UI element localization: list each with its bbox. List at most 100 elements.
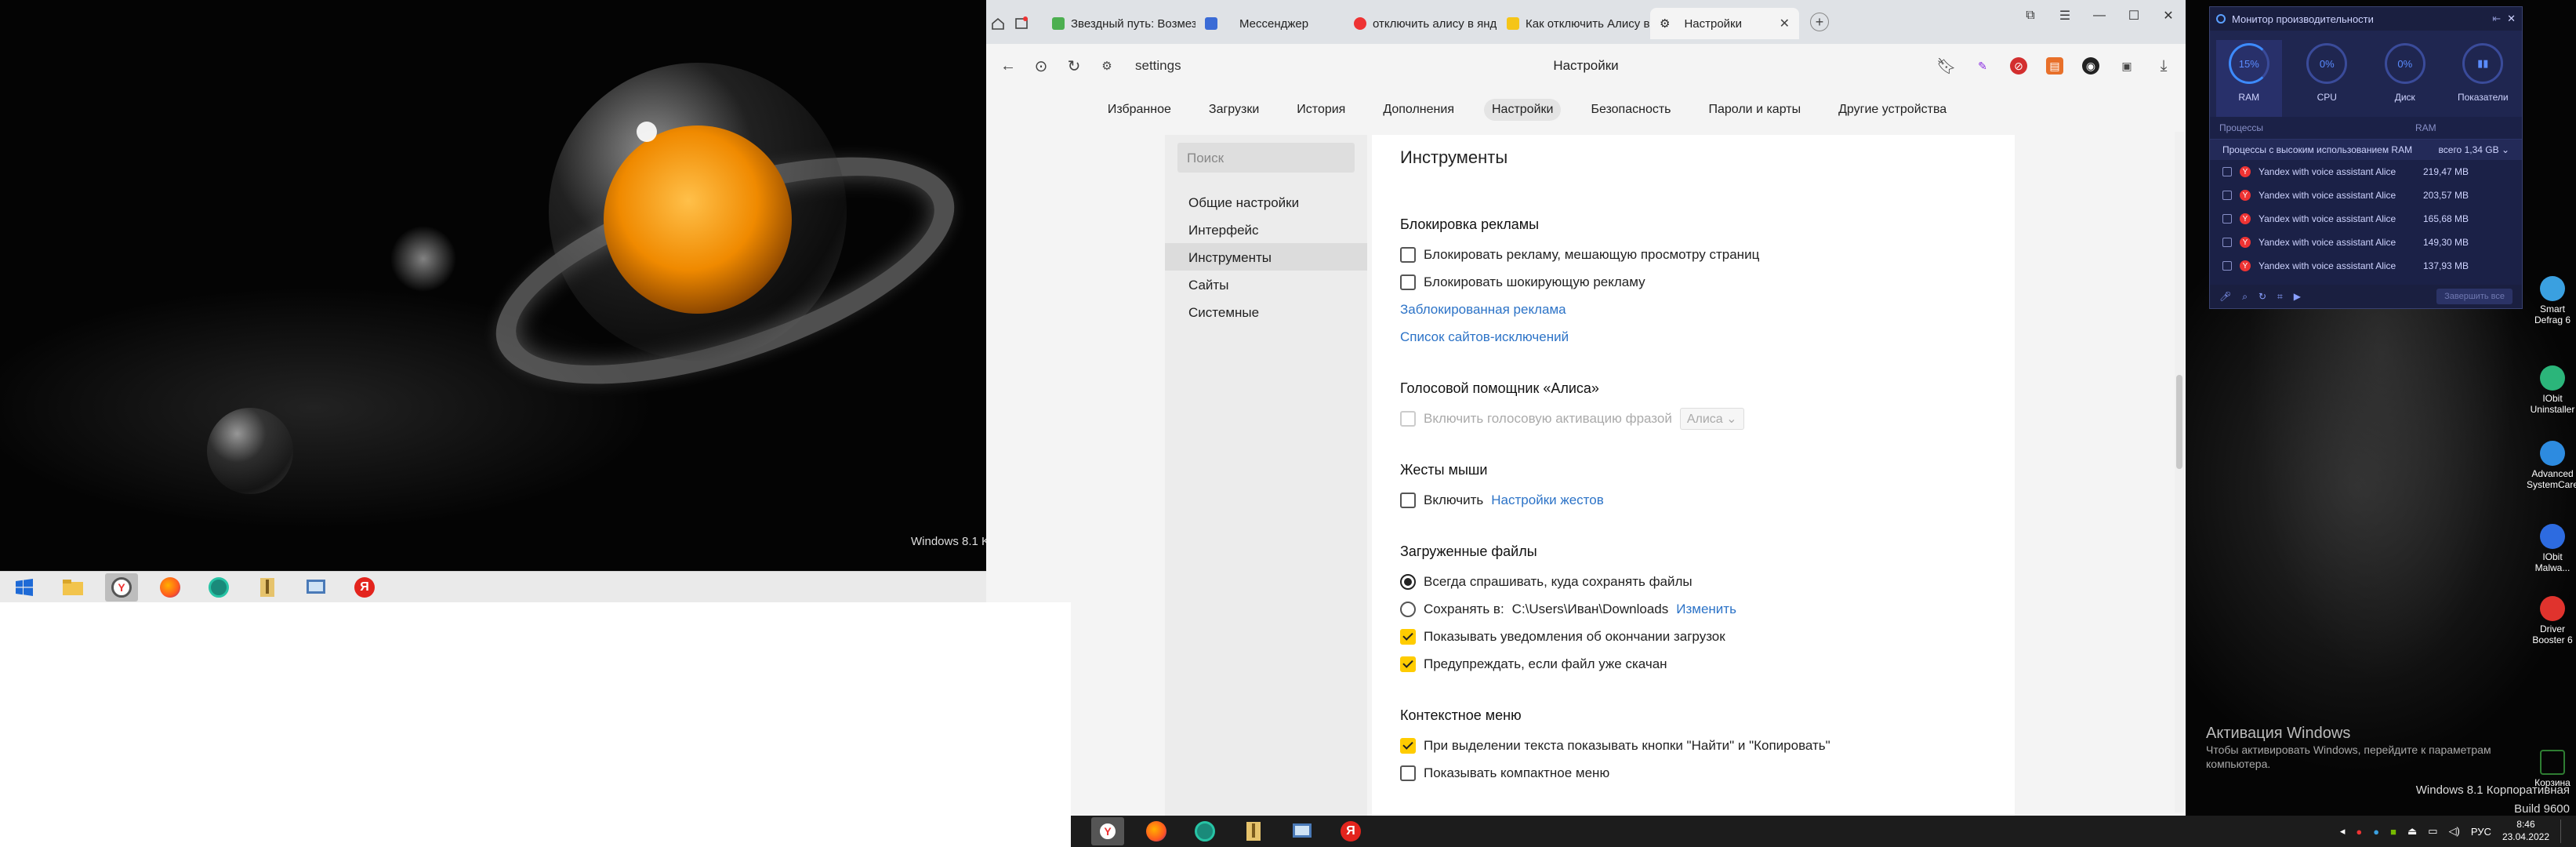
table-row[interactable]: Y Yandex with voice assistant Alice 165,68…: [2210, 207, 2522, 231]
ram-tile[interactable]: 15% RAM: [2215, 40, 2282, 117]
archive-icon[interactable]: [1237, 817, 1270, 845]
sidebar-item-sites[interactable]: Сайты: [1165, 271, 1367, 298]
back-icon[interactable]: ←: [999, 57, 1018, 75]
gestures-checkbox[interactable]: [1400, 492, 1416, 508]
home-tab-icon[interactable]: [986, 8, 1010, 39]
adblock-icon[interactable]: ⊘: [2010, 57, 2027, 75]
sidebar-item-interface[interactable]: Интерфейс: [1165, 216, 1367, 243]
metrics-tile[interactable]: ▮▮ Показатели: [2450, 40, 2516, 117]
row-checkbox[interactable]: [2222, 167, 2232, 176]
always-ask-radio[interactable]: [1400, 573, 1416, 590]
desktop-icon-iobit-uninstaller[interactable]: IObit Uninstaller: [2529, 365, 2576, 416]
compact-menu-checkbox[interactable]: [1400, 765, 1416, 781]
tab-1[interactable]: Звездный путь: Возмездие: [1043, 8, 1195, 39]
usb-icon[interactable]: ⏏: [2407, 825, 2417, 838]
bookmark-icon[interactable]: 🔖︎: [1936, 56, 1956, 76]
nav-devices[interactable]: Другие устройства: [1830, 99, 1954, 121]
save-to-radio[interactable]: [1400, 601, 1416, 617]
nav-history[interactable]: История: [1289, 99, 1353, 121]
tab-group-icon[interactable]: [1010, 8, 1033, 39]
desktop-icon-driver-booster[interactable]: Driver Booster 6: [2529, 596, 2576, 646]
tab-2[interactable]: Мессенджер: [1195, 8, 1344, 39]
sidebar-item-system[interactable]: Системные: [1165, 298, 1367, 325]
search-input[interactable]: Поиск: [1177, 143, 1355, 173]
collections-icon[interactable]: ⧉: [2013, 9, 2048, 23]
nvidia-icon[interactable]: ■: [2390, 826, 2396, 838]
yandex-icon[interactable]: Я: [1334, 817, 1367, 845]
desktop-icon-malware-fighter[interactable]: IObit Malwa...: [2529, 524, 2576, 574]
scrollbar[interactable]: [2175, 132, 2184, 812]
table-row[interactable]: Y Yandex with voice assistant Alice 203,57…: [2210, 184, 2522, 207]
url-field[interactable]: settings: [1135, 58, 1181, 74]
close-button[interactable]: ✕: [2151, 8, 2186, 24]
firefox-icon[interactable]: [1140, 817, 1173, 845]
blocked-ads-link[interactable]: Заблокированная реклама: [1400, 302, 1566, 318]
nav-extensions[interactable]: Дополнения: [1375, 99, 1462, 121]
row-checkbox[interactable]: [2222, 214, 2232, 224]
camera-icon[interactable]: ▶: [2294, 291, 2301, 302]
row-checkbox[interactable]: [2222, 238, 2232, 247]
crop-icon[interactable]: ⌗: [2277, 291, 2283, 303]
vpn-extension-icon[interactable]: ◉: [2082, 57, 2099, 75]
tray-app-icon[interactable]: ●: [2356, 826, 2362, 838]
control-panel-icon[interactable]: [299, 573, 332, 602]
back-arrow-icon[interactable]: ⇤: [2492, 13, 2501, 25]
reload-icon[interactable]: ↻: [1065, 56, 1083, 76]
new-tab-button[interactable]: +: [1810, 13, 1829, 31]
menu-icon[interactable]: ☰: [2048, 8, 2082, 24]
nav-favorites[interactable]: Избранное: [1100, 99, 1179, 121]
cpu-tile[interactable]: 0% CPU: [2294, 40, 2360, 117]
desktop-icon-advanced-systemcare[interactable]: Advanced SystemCare: [2527, 441, 2576, 491]
voice-activation-checkbox[interactable]: [1400, 410, 1416, 427]
search-icon[interactable]: ⌕: [2242, 291, 2248, 303]
row-checkbox[interactable]: [2222, 191, 2232, 200]
archive-icon[interactable]: [251, 573, 284, 602]
pen-extension-icon[interactable]: ✎: [1974, 57, 1991, 75]
tray-app-icon-2[interactable]: ●: [2373, 826, 2379, 838]
notifications-icon[interactable]: [2560, 820, 2568, 843]
nav-downloads[interactable]: Загрузки: [1201, 99, 1267, 121]
perf-close-icon[interactable]: ✕: [2507, 13, 2516, 25]
desktop-icon-smart-defrag[interactable]: Smart Defrag 6: [2529, 276, 2576, 326]
minimize-button[interactable]: —: [2082, 9, 2117, 23]
network-icon[interactable]: ▭: [2428, 825, 2437, 838]
nav-passwords[interactable]: Пароли и карты: [1701, 99, 1809, 121]
maximize-button[interactable]: ☐: [2117, 8, 2151, 24]
nav-security[interactable]: Безопасность: [1583, 99, 1678, 121]
process-filter[interactable]: Процессы с высоким использованием RAM вс…: [2210, 140, 2522, 160]
row-checkbox[interactable]: [2222, 261, 2232, 271]
table-row[interactable]: Y Yandex with voice assistant Alice 149,30…: [2210, 231, 2522, 254]
find-copy-checkbox[interactable]: [1400, 737, 1416, 754]
tab-settings[interactable]: ⚙ Настройки ✕: [1650, 8, 1799, 39]
table-row[interactable]: Y Yandex with voice assistant Alice 137,93…: [2210, 254, 2522, 278]
downloads-icon[interactable]: ⤓: [2154, 57, 2173, 75]
firefox-icon[interactable]: [154, 573, 187, 602]
tab-4[interactable]: Как отключить Алису в Я: [1497, 8, 1650, 39]
sidebar-item-tools[interactable]: Инструменты: [1165, 243, 1367, 271]
refresh-icon[interactable]: ↻: [2259, 291, 2266, 302]
block-shock-ads-checkbox[interactable]: [1400, 274, 1416, 290]
yandex-browser-icon[interactable]: Y: [105, 573, 138, 602]
stop-all-button[interactable]: Завершить все: [2436, 289, 2513, 304]
vpn-shield-icon[interactable]: [202, 573, 235, 602]
block-ads-checkbox[interactable]: [1400, 246, 1416, 263]
tray-arrow-icon[interactable]: ◂: [2340, 825, 2346, 838]
gestures-settings-link[interactable]: Настройки жестов: [1491, 493, 1604, 508]
volume-icon[interactable]: ◁): [2449, 825, 2460, 838]
scrollbar-thumb[interactable]: [2176, 375, 2182, 469]
nav-settings[interactable]: Настройки: [1483, 99, 1562, 121]
sidebar-item-general[interactable]: Общие настройки: [1165, 188, 1367, 216]
puzzle-icon[interactable]: ▣: [2118, 57, 2135, 75]
language-indicator[interactable]: РУС: [2471, 826, 2491, 838]
disk-tile[interactable]: 0% Диск: [2372, 40, 2438, 117]
notes-extension-icon[interactable]: ▤: [2046, 57, 2063, 75]
yandex-icon[interactable]: Я: [348, 573, 381, 602]
protect-icon[interactable]: ⊙: [1032, 56, 1050, 76]
wake-word-select[interactable]: Алиса ⌄: [1679, 407, 1744, 430]
change-path-link[interactable]: Изменить: [1676, 602, 1736, 617]
notify-finished-checkbox[interactable]: [1400, 628, 1416, 645]
vpn-shield-icon[interactable]: [1188, 817, 1221, 845]
yandex-browser-icon[interactable]: Y: [1091, 817, 1124, 845]
start-button[interactable]: [8, 573, 41, 602]
table-row[interactable]: Y Yandex with voice assistant Alice 219,47…: [2210, 160, 2522, 184]
